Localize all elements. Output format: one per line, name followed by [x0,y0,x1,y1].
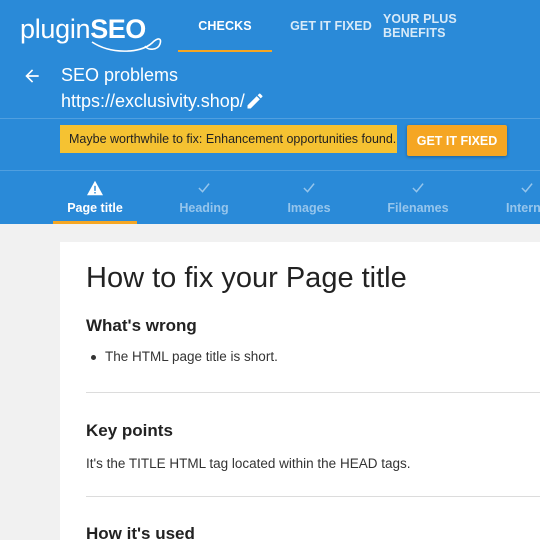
section-divider [86,392,540,393]
check-tab-page-title[interactable]: Page title [53,172,137,224]
active-tab-indicator [178,50,272,52]
page-section-title: SEO problems [61,65,179,85]
logo-text-light: plugin [20,13,91,44]
key-points-heading: Key points [86,421,173,440]
list-item-text: The HTML page title is short. [105,349,278,364]
check-tab-label: Page title [67,201,123,215]
bullet-icon [91,355,96,360]
check-tab-label: Images [287,201,331,215]
enhancement-notice: Maybe worthwhile to fix: Enhancement opp… [60,125,397,153]
notice-text: Maybe worthwhile to fix: Enhancement opp… [69,132,397,146]
header-divider [0,170,540,171]
check-tab-images[interactable]: Images [267,172,351,224]
nav-tab-label: GET IT FIXED [290,19,372,33]
page-title: How to fix your Page title [86,262,407,294]
site-url: https://exclusivity.shop/ [61,91,245,111]
header-divider [0,118,540,119]
get-it-fixed-button[interactable]: GET IT FIXED [407,125,507,156]
check-tab-label: Heading [179,201,229,215]
checkmark-icon [412,183,424,193]
checkmark-icon [303,183,315,193]
checkmark-icon [521,183,533,193]
nav-tab-plus-benefits[interactable]: YOUR PLUS BENEFITS [383,0,513,52]
check-tab-label: Intern [506,201,540,215]
nav-tab-label: CHECKS [198,19,252,33]
check-tab-filenames[interactable]: Filenames [376,172,460,224]
active-tab-indicator [53,221,137,224]
pluginseo-logo[interactable]: plugin SEO [20,12,162,52]
nav-tab-label: YOUR PLUS BENEFITS [383,12,457,40]
section-divider [86,496,540,497]
check-tab-heading[interactable]: Heading [162,172,246,224]
nav-tab-checks[interactable]: CHECKS [178,0,272,52]
check-tab-internal[interactable]: Intern [488,172,540,224]
app-header: plugin SEO CHECKS GET IT FIXED YOUR PLUS … [0,0,540,224]
check-tab-label: Filenames [387,201,449,215]
fix-guide-card: How to fix your Page title What's wrong … [60,242,540,540]
checkmark-icon [198,183,210,193]
back-arrow-icon[interactable] [22,66,42,86]
list-item: The HTML page title is short. [91,349,278,364]
key-points-text: It's the TITLE HTML tag located within t… [86,456,411,471]
logo-swoosh-icon [91,38,162,52]
edit-pencil-icon[interactable] [245,91,265,111]
how-used-heading: How it's used [86,524,195,540]
whats-wrong-heading: What's wrong [86,316,197,335]
nav-tab-get-it-fixed[interactable]: GET IT FIXED [288,0,374,52]
warning-icon [87,180,103,196]
